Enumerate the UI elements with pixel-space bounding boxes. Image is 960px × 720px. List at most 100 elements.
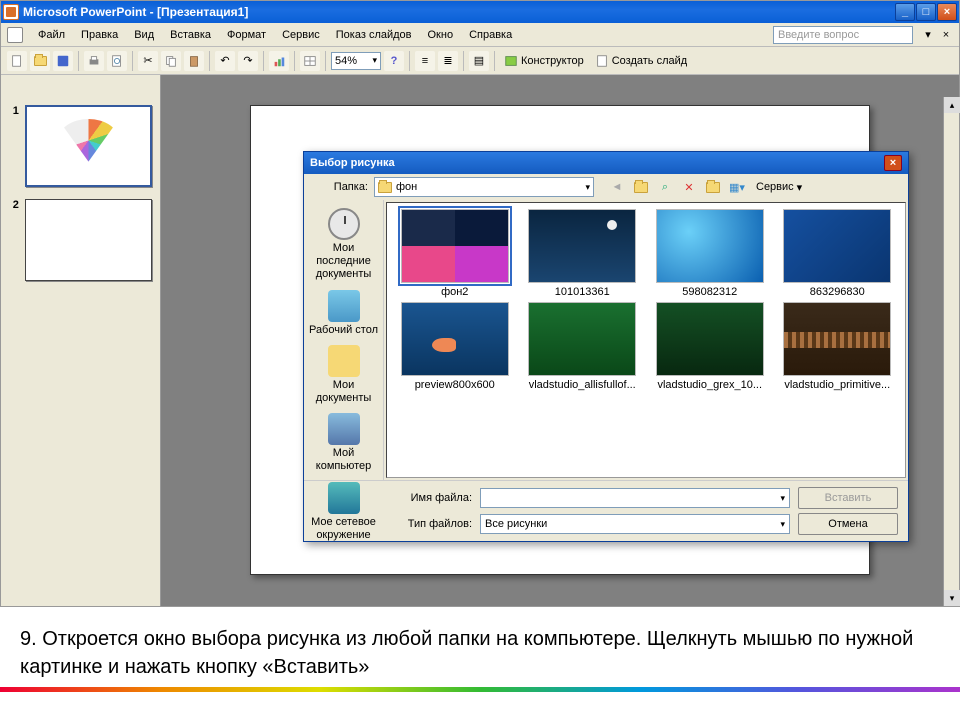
zoom-select[interactable]: 54%	[331, 52, 381, 70]
slides-panel: 1 2	[1, 75, 161, 606]
file-grid: фон2 101013361 598082312 863296830 previ…	[386, 202, 906, 478]
vertical-scrollbar[interactable]	[943, 97, 959, 606]
close-button[interactable]: ×	[937, 3, 957, 21]
window-title: Microsoft PowerPoint - [Презентация1]	[23, 5, 248, 19]
file-item[interactable]: фон2	[393, 209, 517, 298]
table-icon[interactable]	[300, 51, 320, 71]
new-slide-button[interactable]: Создать слайд	[591, 52, 691, 70]
doc-restore-button[interactable]: ▾	[921, 28, 935, 42]
file-thumbnail	[656, 209, 764, 283]
folder-select[interactable]: фон	[374, 177, 594, 197]
preview-icon[interactable]	[107, 51, 127, 71]
open-icon[interactable]	[30, 51, 50, 71]
file-item[interactable]: 101013361	[521, 209, 645, 298]
powerpoint-window: Microsoft PowerPoint - [Презентация1] _ …	[0, 0, 960, 607]
insert-button[interactable]: Вставить	[798, 487, 898, 509]
clock-icon	[328, 208, 360, 240]
chart-icon[interactable]	[269, 51, 289, 71]
bullets-icon[interactable]: ≡	[415, 51, 435, 71]
desktop-icon	[328, 290, 360, 322]
doc-icon	[7, 27, 23, 43]
new-icon[interactable]	[7, 51, 27, 71]
file-item[interactable]: 863296830	[776, 209, 900, 298]
redo-icon[interactable]: ↷	[238, 51, 258, 71]
place-mycomputer[interactable]: Мой компьютер	[304, 409, 383, 477]
file-thumbnail	[656, 302, 764, 376]
mydocs-icon	[328, 345, 360, 377]
print-icon[interactable]	[84, 51, 104, 71]
cancel-button[interactable]: Отмена	[798, 513, 898, 535]
search-icon[interactable]: ⌕	[656, 178, 674, 196]
ask-question-box[interactable]: Введите вопрос	[773, 26, 913, 44]
help-icon[interactable]: ?	[384, 51, 404, 71]
menu-insert[interactable]: Вставка	[163, 26, 218, 44]
file-item[interactable]: vladstudio_grex_10...	[648, 302, 772, 391]
maximize-button[interactable]: □	[916, 3, 936, 21]
file-thumbnail	[783, 302, 891, 376]
dialog-title: Выбор рисунка	[310, 157, 395, 169]
place-desktop[interactable]: Рабочий стол	[304, 286, 383, 341]
instruction-caption: 9. Откроется окно выбора рисунка из любо…	[0, 607, 960, 687]
standard-toolbar: ✂ ↶ ↷ 54% ? ≡ ≣ ▤ Конструктор Создать сл…	[1, 47, 959, 75]
up-icon[interactable]	[632, 178, 650, 196]
menu-edit[interactable]: Правка	[74, 26, 125, 44]
file-item[interactable]: vladstudio_primitive...	[776, 302, 900, 391]
filename-input[interactable]	[480, 488, 790, 508]
slide-thumb-1[interactable]: 1	[1, 99, 160, 193]
dialog-bottom: Имя файла: Вставить Тип файлов: Все рису…	[304, 480, 908, 541]
window-controls: _ □ ×	[895, 3, 957, 21]
menu-format[interactable]: Формат	[220, 26, 273, 44]
copy-icon[interactable]	[161, 51, 181, 71]
numbering-icon[interactable]: ≣	[438, 51, 458, 71]
filetype-label: Тип файлов:	[402, 518, 472, 530]
undo-icon[interactable]: ↶	[215, 51, 235, 71]
slide-thumb-2[interactable]: 2	[1, 193, 160, 287]
computer-icon	[328, 413, 360, 445]
place-recent[interactable]: Мои последние документы	[304, 204, 383, 286]
menu-view[interactable]: Вид	[127, 26, 161, 44]
dialog-toolbar: Папка: фон ◄ ⌕ ✕ ▦▾ Сервис▾	[304, 174, 908, 200]
file-thumbnail	[401, 302, 509, 376]
menu-slideshow[interactable]: Показ слайдов	[329, 26, 419, 44]
file-thumbnail	[528, 209, 636, 283]
file-item[interactable]: preview800x600	[393, 302, 517, 391]
color-strip	[0, 687, 960, 692]
newfolder-icon[interactable]	[704, 178, 722, 196]
select-picture-dialog: Выбор рисунка × Папка: фон ◄ ⌕ ✕ ▦▾ Серв…	[303, 151, 909, 542]
folder-icon	[378, 182, 392, 193]
network-icon	[328, 482, 360, 514]
designer-button[interactable]: Конструктор	[500, 52, 588, 70]
dialog-body: Мои последние документы Рабочий стол Мои…	[304, 200, 908, 480]
filename-label: Имя файла:	[402, 492, 472, 504]
paste-icon[interactable]	[184, 51, 204, 71]
views-icon[interactable]: ▦▾	[728, 178, 746, 196]
save-icon[interactable]	[53, 51, 73, 71]
back-icon[interactable]: ◄	[608, 178, 626, 196]
file-item[interactable]: 598082312	[648, 209, 772, 298]
places-bar: Мои последние документы Рабочий стол Мои…	[304, 200, 384, 480]
menu-window[interactable]: Окно	[421, 26, 461, 44]
place-mydocs[interactable]: Мои документы	[304, 341, 383, 409]
menu-service[interactable]: Сервис	[275, 26, 327, 44]
doc-close-button[interactable]: ×	[939, 28, 953, 42]
dialog-close-button[interactable]: ×	[884, 155, 902, 171]
file-thumbnail	[528, 302, 636, 376]
dialog-titlebar: Выбор рисунка ×	[304, 152, 908, 174]
dialog-service-button[interactable]: Сервис▾	[752, 179, 806, 196]
file-thumbnail	[783, 209, 891, 283]
folder-label: Папка:	[312, 181, 368, 193]
app-icon	[3, 4, 19, 20]
file-item[interactable]: vladstudio_allisfullof...	[521, 302, 645, 391]
menubar: Файл Правка Вид Вставка Формат Сервис По…	[1, 23, 959, 47]
align-icon[interactable]: ▤	[469, 51, 489, 71]
place-network[interactable]: Мое сетевое окружение	[304, 478, 383, 546]
minimize-button[interactable]: _	[895, 3, 915, 21]
cut-icon[interactable]: ✂	[138, 51, 158, 71]
thumbnail-preview	[27, 107, 150, 185]
titlebar: Microsoft PowerPoint - [Презентация1] _ …	[1, 1, 959, 23]
menu-file[interactable]: Файл	[31, 26, 72, 44]
file-thumbnail	[401, 209, 509, 283]
filetype-select[interactable]: Все рисунки	[480, 514, 790, 534]
menu-help[interactable]: Справка	[462, 26, 519, 44]
delete-icon[interactable]: ✕	[680, 178, 698, 196]
